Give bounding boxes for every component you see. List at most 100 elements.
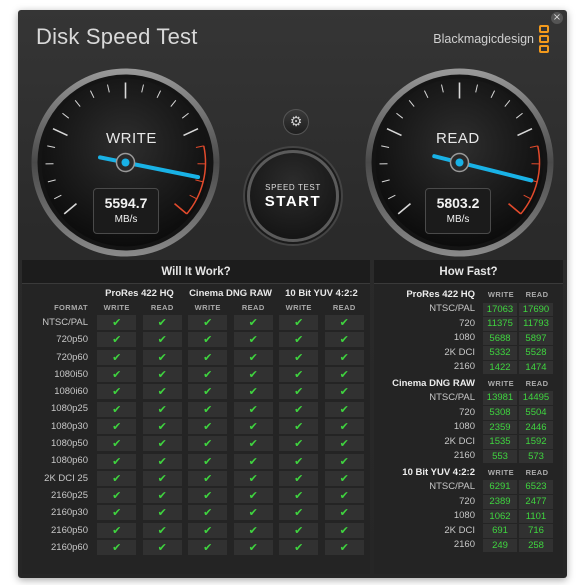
write-column-header: WRITE [487, 290, 515, 299]
result-cell: ✔ [94, 314, 140, 331]
result-cell: ✔ [322, 366, 368, 383]
table-row: 720 11375 11793 [374, 317, 563, 332]
result-cell: ✔ [185, 400, 231, 417]
resolution-label: 720 [459, 406, 475, 418]
result-cell: ✔ [231, 539, 277, 556]
check-icon: ✔ [324, 349, 364, 365]
format-label: 720p60 [56, 351, 88, 363]
check-icon: ✔ [233, 367, 273, 383]
brand-logo-icon [539, 25, 549, 53]
check-icon: ✔ [233, 384, 273, 400]
result-cell: ✔ [276, 539, 322, 556]
write-fps-value: 5308 [483, 406, 517, 420]
check-icon: ✔ [97, 470, 137, 486]
read-speed-value: 5803.2 [436, 195, 480, 211]
check-icon: ✔ [233, 505, 273, 521]
gauges-area: WRITE 5594.7 MB/s READ 5803.2 MB/s ⚙ SPE… [18, 65, 567, 260]
result-cell: ✔ [231, 470, 277, 487]
table-row: 720p50 ✔ ✔ ✔ ✔ ✔ ✔ [22, 331, 370, 348]
format-label: 1080p50 [51, 438, 88, 450]
result-cell: ✔ [322, 400, 368, 417]
resolution-label: NTSC/PAL [429, 480, 475, 492]
format-label: 1080p25 [51, 403, 88, 415]
write-fps-value: 5332 [483, 346, 517, 360]
result-cell: ✔ [322, 504, 368, 521]
check-icon: ✔ [97, 401, 137, 417]
table-row: 2160 1422 1474 [374, 360, 563, 375]
result-cell: ✔ [231, 452, 277, 469]
check-icon: ✔ [233, 349, 273, 365]
read-fps-value: 716 [519, 524, 553, 538]
write-column-header: WRITE [103, 303, 130, 312]
result-cell: ✔ [322, 470, 368, 487]
app-window: × Disk Speed Test Blackmagicdesign WRITE… [18, 10, 567, 578]
write-fps-value: 1535 [483, 435, 517, 449]
check-icon: ✔ [142, 384, 182, 400]
start-button[interactable]: SPEED TEST START [247, 150, 339, 242]
resolution-label: 2160 [453, 361, 475, 373]
result-cell: ✔ [140, 487, 186, 504]
table-row: 720p60 ✔ ✔ ✔ ✔ ✔ ✔ [22, 349, 370, 366]
gear-icon[interactable]: ⚙ [283, 109, 309, 135]
read-column-header: READ [241, 303, 265, 312]
close-icon[interactable]: × [551, 12, 563, 24]
result-cell: ✔ [231, 314, 277, 331]
table-row: 1080p25 ✔ ✔ ✔ ✔ ✔ ✔ [22, 400, 370, 417]
result-cell: ✔ [185, 366, 231, 383]
result-cell: ✔ [185, 435, 231, 452]
codec-group-header: 10 Bit YUV 4:2:2 [402, 466, 475, 478]
result-cell: ✔ [140, 383, 186, 400]
result-cell: ✔ [140, 470, 186, 487]
check-icon: ✔ [97, 453, 137, 469]
app-title: Disk Speed Test [36, 24, 198, 49]
check-icon: ✔ [279, 540, 319, 555]
table-row: 2160p30 ✔ ✔ ✔ ✔ ✔ ✔ [22, 504, 370, 521]
result-cell: ✔ [185, 314, 231, 331]
check-icon: ✔ [279, 522, 319, 538]
check-icon: ✔ [279, 470, 319, 486]
result-cell: ✔ [276, 349, 322, 366]
read-fps-value: 2446 [519, 420, 553, 435]
resolution-label: NTSC/PAL [429, 303, 475, 314]
result-cell: ✔ [231, 487, 277, 504]
check-icon: ✔ [324, 488, 364, 504]
check-icon: ✔ [279, 367, 319, 383]
write-column-header: WRITE [487, 467, 515, 477]
write-speed-value: 5594.7 [104, 195, 148, 211]
read-fps-value: 1101 [519, 509, 553, 524]
result-cell: ✔ [185, 418, 231, 435]
result-cell: ✔ [94, 349, 140, 366]
check-icon: ✔ [97, 332, 137, 348]
format-label: 2160p50 [51, 524, 88, 536]
will-it-work-title: Will It Work? [22, 260, 370, 284]
how-fast-title: How Fast? [374, 260, 563, 284]
format-label: 2160p60 [51, 541, 88, 553]
check-icon: ✔ [188, 418, 228, 434]
result-cell: ✔ [185, 522, 231, 539]
check-icon: ✔ [233, 470, 273, 486]
check-icon: ✔ [97, 367, 137, 383]
check-icon: ✔ [233, 522, 273, 538]
check-icon: ✔ [324, 367, 364, 383]
codec-group-header: Cinema DNG RAW [189, 288, 272, 299]
format-label: 2160p30 [51, 507, 88, 519]
write-speed-unit: MB/s [114, 214, 138, 225]
result-cell: ✔ [276, 435, 322, 452]
result-cell: ✔ [322, 522, 368, 539]
write-fps-value: 17063 [483, 302, 517, 317]
check-icon: ✔ [142, 436, 182, 452]
check-icon: ✔ [97, 436, 137, 452]
codec-group-header: Cinema DNG RAW [392, 377, 475, 389]
check-icon: ✔ [233, 401, 273, 417]
will-it-work-panel: Will It Work? ProRes 422 HQ Cinema DNG RA… [22, 260, 370, 574]
check-icon: ✔ [97, 540, 137, 555]
result-cell: ✔ [276, 470, 322, 487]
check-icon: ✔ [188, 315, 228, 331]
result-cell: ✔ [140, 418, 186, 435]
result-cell: ✔ [231, 383, 277, 400]
read-fps-value: 5504 [519, 406, 553, 420]
format-label: 1080p30 [51, 420, 88, 432]
read-fps-value: 14495 [519, 391, 553, 406]
check-icon: ✔ [97, 505, 137, 521]
check-icon: ✔ [97, 315, 137, 331]
